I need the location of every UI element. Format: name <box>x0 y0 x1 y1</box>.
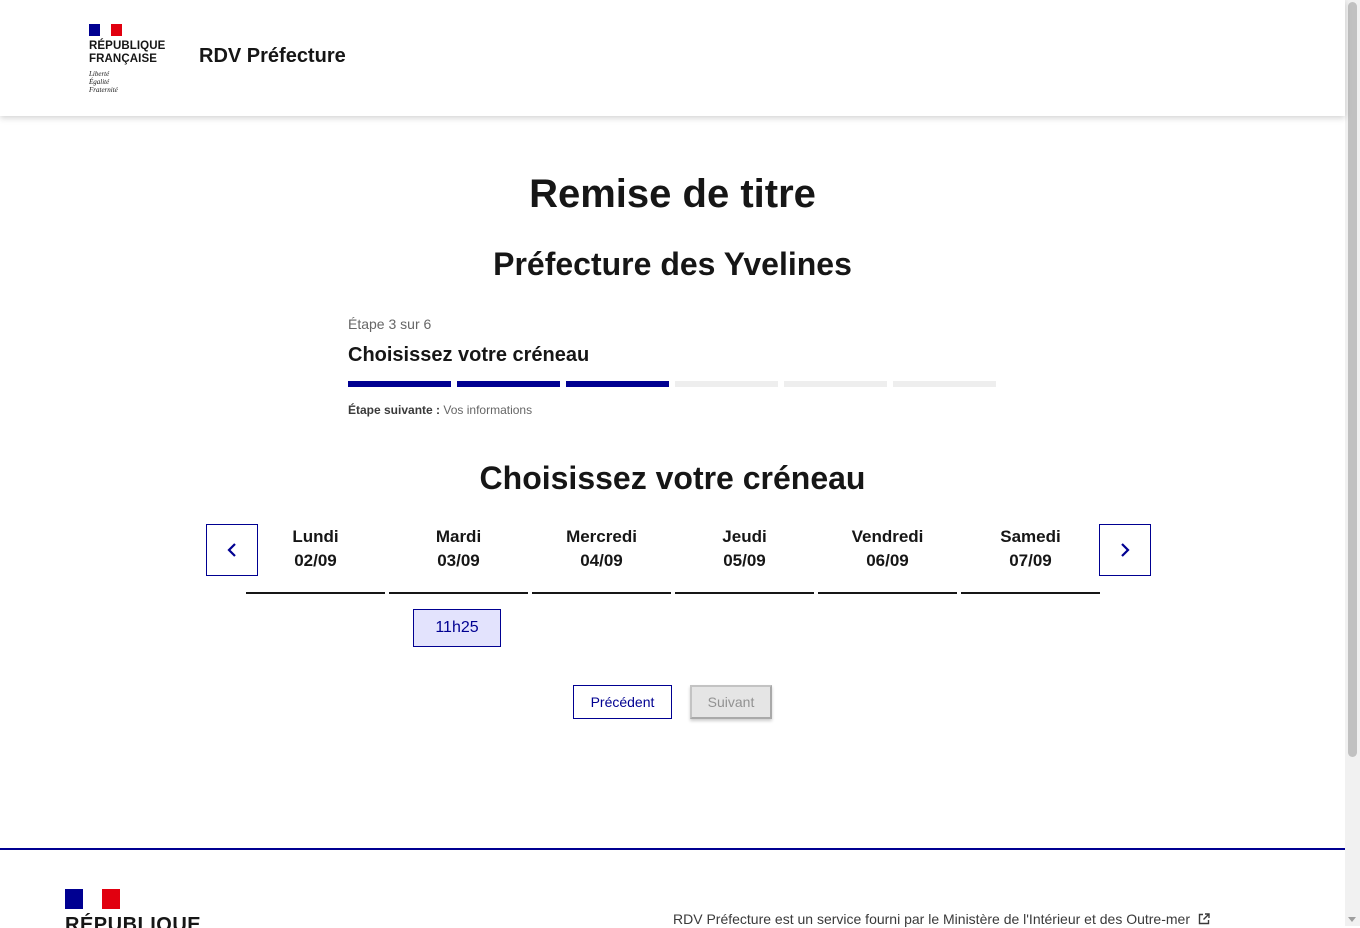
day-date: 07/09 <box>1009 551 1052 570</box>
stepper-bar-6 <box>893 381 996 387</box>
stepper-next-value: Vos informations <box>443 403 533 417</box>
slot-section-title: Choisissez votre créneau <box>479 460 866 496</box>
chevron-left-icon <box>227 543 236 557</box>
day-date: 06/09 <box>866 551 909 570</box>
stepper: Étape 3 sur 6 Choisissez votre créneau É… <box>348 316 998 417</box>
day-name: Vendredi <box>851 527 924 546</box>
time-slot-button[interactable]: 11h25 <box>413 609 501 647</box>
footer-description-text: RDV Préfecture est un service fourni par… <box>673 911 1190 927</box>
stepper-current-title: Choisissez votre créneau <box>348 344 590 366</box>
site-footer: RÉPUBLIQUE RDV Préfecture est un service… <box>0 848 1345 928</box>
footer-description[interactable]: RDV Préfecture est un service fourni par… <box>673 911 1210 927</box>
stepper-bar-4 <box>675 381 778 387</box>
stepper-progress <box>348 381 998 387</box>
motto-egalite: Égalité <box>89 78 110 86</box>
day-columns: Lundi 02/09 Mardi 03/09 Mercredi 04/09 J… <box>246 524 1100 594</box>
marianne-icon <box>89 24 122 36</box>
external-link-icon <box>1198 913 1210 925</box>
day-date: 04/09 <box>580 551 623 570</box>
service-name[interactable]: RDV Préfecture <box>199 45 346 68</box>
day-column-jeudi[interactable]: Jeudi 05/09 <box>675 524 814 594</box>
marianne-icon <box>65 889 120 909</box>
previous-button[interactable]: Précédent <box>573 685 672 719</box>
day-name: Lundi <box>292 527 339 546</box>
stepper-bar-1 <box>348 381 451 387</box>
day-name: Samedi <box>1000 527 1061 546</box>
logo-line-2: FRANÇAISE <box>89 53 157 65</box>
day-column-vendredi[interactable]: Vendredi 06/09 <box>818 524 957 594</box>
scrollbar-thumb[interactable] <box>1348 2 1357 757</box>
next-days-button[interactable] <box>1099 524 1151 576</box>
motto: Liberté Égalité Fraternité <box>89 70 179 94</box>
stepper-bar-5 <box>784 381 887 387</box>
day-column-mercredi[interactable]: Mercredi 04/09 <box>532 524 671 594</box>
day-name: Mardi <box>435 527 482 546</box>
logo-text: RÉPUBLIQUE FRANÇAISE <box>89 40 179 66</box>
day-name: Jeudi <box>722 527 767 546</box>
stepper-next-label: Étape suivante : <box>348 403 441 417</box>
site-header: RÉPUBLIQUE FRANÇAISE Liberté Égalité Fra… <box>0 0 1345 116</box>
page-subtitle: Préfecture des Yvelines <box>493 246 852 282</box>
day-column-lundi[interactable]: Lundi 02/09 <box>246 524 385 594</box>
stepper-next-step: Étape suivante : Vos informations <box>348 403 998 417</box>
motto-fraternite: Fraternité <box>89 86 118 94</box>
day-column-mardi[interactable]: Mardi 03/09 <box>389 524 528 594</box>
motto-liberte: Liberté <box>89 70 110 78</box>
republique-francaise-logo[interactable]: RÉPUBLIQUE FRANÇAISE Liberté Égalité Fra… <box>89 24 179 94</box>
scrollbar[interactable] <box>1345 0 1360 926</box>
stepper-bar-2 <box>457 381 560 387</box>
scroll-down-arrow-icon[interactable] <box>1348 917 1356 922</box>
logo-line-1: RÉPUBLIQUE <box>89 40 166 52</box>
next-button: Suivant <box>690 685 772 719</box>
day-date: 02/09 <box>294 551 337 570</box>
day-date: 03/09 <box>437 551 480 570</box>
stepper-bar-3 <box>566 381 669 387</box>
stepper-state: Étape 3 sur 6 <box>348 316 432 332</box>
chevron-right-icon <box>1121 543 1130 557</box>
day-column-samedi[interactable]: Samedi 07/09 <box>961 524 1100 594</box>
day-name: Mercredi <box>566 527 637 546</box>
page-title: Remise de titre <box>529 172 816 216</box>
day-date: 05/09 <box>723 551 766 570</box>
